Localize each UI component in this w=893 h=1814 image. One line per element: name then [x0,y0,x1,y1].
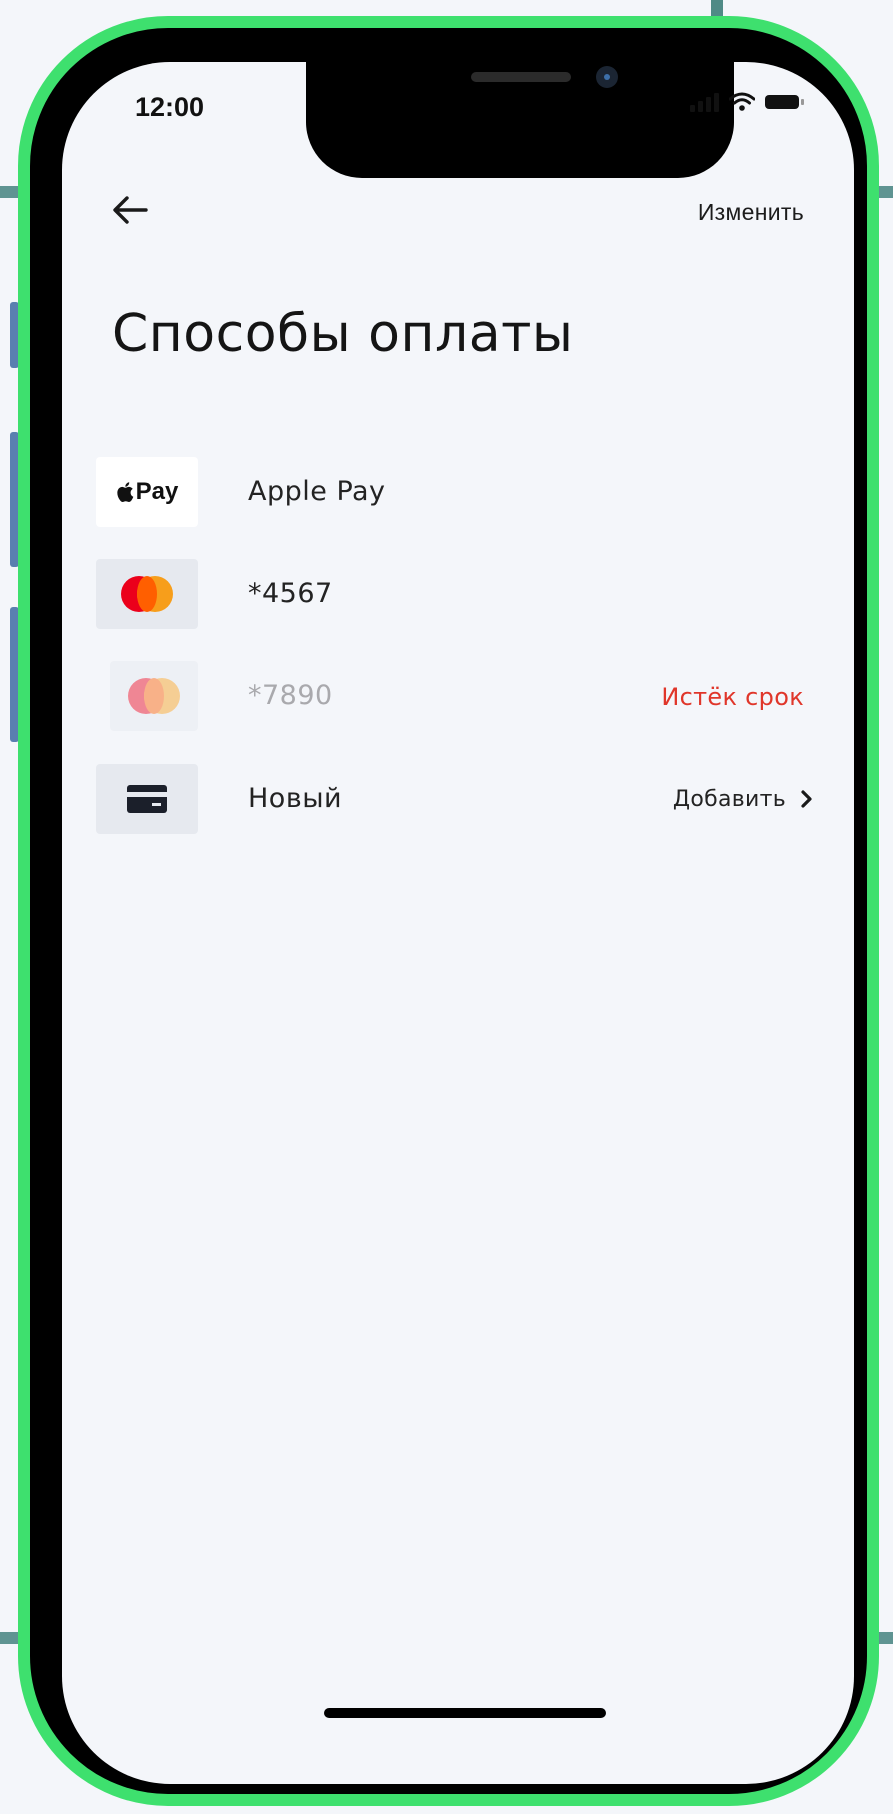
card-icon [96,764,198,834]
back-button[interactable] [106,186,154,234]
add-card-button[interactable]: Добавить [673,787,786,812]
home-indicator[interactable] [324,1708,606,1718]
app-screen: 12:00 Изменить Способы оплаты Pay Apple … [62,62,854,1784]
mastercard-icon [96,559,198,629]
signal-icon [690,92,719,112]
speaker [471,72,571,82]
status-time: 12:00 [135,92,205,122]
arrow-left-icon [113,196,148,224]
payment-method-label: *4567 [248,578,333,609]
payment-method-card-4567[interactable]: *4567 [96,559,816,629]
page-title: Способы оплаты [112,304,574,364]
battery-icon [765,95,804,109]
apple-logo-icon [116,482,133,503]
expired-status: Истёк срок [661,683,804,711]
mastercard-icon [110,661,198,731]
chevron-right-icon [801,790,812,808]
status-icons [690,92,804,112]
apple-pay-logo-text: Pay [135,478,179,505]
wifi-icon [729,92,755,111]
apple-pay-logo: Pay [96,457,198,527]
payment-method-apple-pay[interactable]: Pay Apple Pay [96,457,816,527]
payment-method-label: *7890 [248,680,333,711]
payment-method-new[interactable]: Новый Добавить [96,764,816,834]
payment-method-label: Apple Pay [248,476,386,507]
payment-method-label: Новый [248,783,343,814]
notch [306,62,734,178]
edit-button[interactable]: Изменить [698,199,804,226]
payment-method-card-7890[interactable]: *7890 Истёк срок [96,661,816,731]
camera [596,66,618,88]
